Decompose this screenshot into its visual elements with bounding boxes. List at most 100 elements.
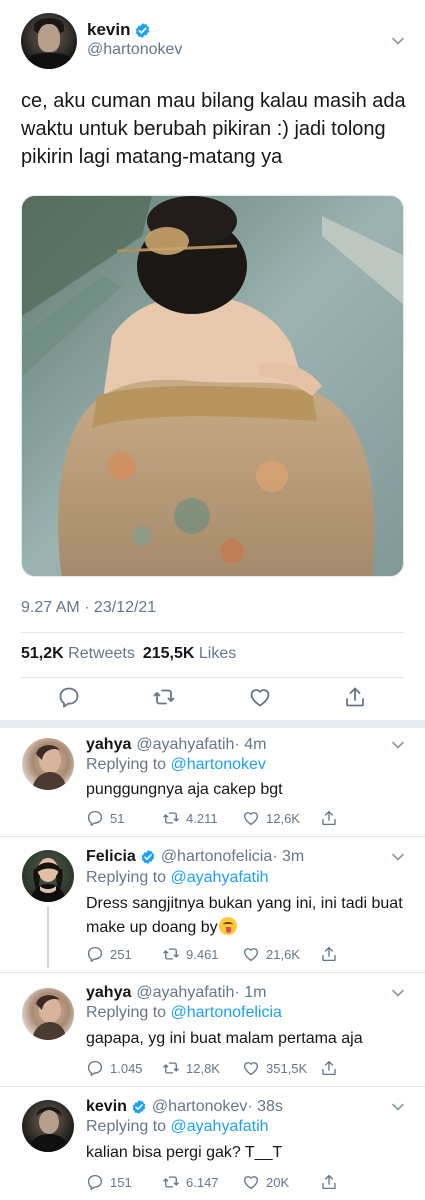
reply-author-handle[interactable]: @ayahyafatih [136, 735, 234, 755]
reply-avatar[interactable] [22, 988, 74, 1040]
reply-count: 1.045 [110, 1060, 143, 1076]
replying-to-handle[interactable]: @hartonokev [171, 756, 266, 773]
reply-header: yahya @ayahyafatih · 4m [86, 735, 266, 755]
reply-author-name[interactable]: yahya [86, 735, 131, 755]
retweet-icon [163, 1176, 179, 1188]
author-handle[interactable]: @hartonokev [87, 41, 182, 59]
reply-tweet[interactable]: kevin @hartonokev · 38s Replying to @aya… [0, 1094, 425, 1200]
reply-count: 51 [110, 810, 125, 826]
author-avatar[interactable] [21, 13, 77, 69]
reply-avatar[interactable] [22, 738, 74, 790]
replying-prefix: Replying to [86, 1004, 167, 1021]
like-count: 21,6K [266, 946, 300, 962]
reply-tweet[interactable]: Felicia @hartonofelicia · 3m Replying to… [0, 844, 425, 972]
tweet-photo[interactable] [21, 195, 404, 577]
reply-action-retweet[interactable]: 12,8K [162, 1059, 220, 1077]
replying-prefix: Replying to [86, 869, 167, 886]
likes-label: Likes [198, 645, 237, 662]
retweet-icon [163, 812, 179, 824]
avatar-illustration [30, 858, 66, 902]
tweet-timestamp[interactable]: 9.27 AM · 23/12/21 [21, 599, 156, 617]
likes-stat[interactable]: 215,5K Likes [143, 645, 236, 663]
likes-count: 215,5K [142, 645, 195, 662]
retweet-count: 9.461 [186, 946, 219, 962]
reply-action-reply[interactable]: 51 [86, 809, 124, 827]
chevron-down-icon[interactable] [391, 1100, 405, 1114]
avatar-suit [25, 53, 73, 69]
reply-icon[interactable] [57, 685, 81, 709]
reply-text: gapapa, yg ini buat malam pertama aja [86, 1030, 363, 1047]
share-icon[interactable] [343, 685, 367, 709]
reply-icon [87, 1174, 103, 1190]
reply-tweet[interactable]: yahya @ayahyafatih · 1m Replying to @har… [0, 980, 425, 1086]
reply-icon [87, 810, 103, 826]
reply-author-name[interactable]: kevin [86, 1097, 127, 1117]
reply-text-content: Dress sangjitnya bukan yang ini, ini tad… [86, 895, 403, 936]
reply-action-retweet[interactable]: 6.147 [162, 1173, 219, 1191]
avatar-illustration [28, 1107, 70, 1152]
like-icon[interactable] [248, 685, 272, 709]
reply-count: 151 [110, 1174, 132, 1190]
reply-time[interactable]: · 4m [234, 735, 266, 755]
like-count: 12,6K [266, 810, 300, 826]
retweet-icon [163, 948, 179, 960]
avatar-illustration [32, 995, 66, 1040]
reply-icon [87, 946, 103, 962]
reply-action-retweet[interactable]: 4.211 [162, 809, 218, 827]
reply-author-handle[interactable]: @hartonofelicia [161, 847, 272, 867]
divider [21, 632, 404, 633]
reply-action-share[interactable] [320, 1059, 344, 1077]
section-separator [0, 720, 425, 728]
author-name[interactable]: kevin [87, 20, 151, 40]
chevron-down-icon[interactable] [391, 738, 405, 752]
avatar-face [38, 24, 60, 52]
reply-action-like[interactable]: 20K [242, 1173, 289, 1191]
replying-to-handle[interactable]: @ayahyafatih [171, 1118, 269, 1135]
like-icon [243, 812, 259, 826]
replying-prefix: Replying to [86, 756, 167, 773]
like-icon [243, 948, 259, 962]
reply-action-like[interactable]: 351,5K [242, 1059, 307, 1077]
thread-line [47, 906, 49, 968]
retweet-icon[interactable] [152, 685, 176, 709]
reply-author-name[interactable]: Felicia [86, 847, 136, 867]
reply-author-handle[interactable]: @hartonokev [152, 1097, 247, 1117]
reply-time[interactable]: · 1m [234, 983, 266, 1003]
reply-author-handle[interactable]: @ayahyafatih [136, 983, 234, 1003]
reply-avatar[interactable] [22, 850, 74, 902]
replying-to: Replying to @hartonofelicia [86, 1003, 282, 1023]
reply-action-like[interactable]: 21,6K [242, 945, 300, 963]
retweets-stat[interactable]: 51,2K Retweets [21, 645, 135, 663]
share-icon [322, 1174, 336, 1190]
retweet-count: 6.147 [186, 1174, 219, 1190]
reply-action-reply[interactable]: 1.045 [86, 1059, 143, 1077]
replying-to: Replying to @hartonokev [86, 755, 266, 775]
replying-to-handle[interactable]: @hartonofelicia [171, 1004, 282, 1021]
chevron-down-icon[interactable] [391, 34, 405, 48]
like-count: 20K [266, 1174, 290, 1190]
reply-action-reply[interactable]: 151 [86, 1173, 132, 1191]
replying-to-handle[interactable]: @ayahyafatih [171, 869, 269, 886]
reply-action-share[interactable] [320, 945, 344, 963]
reply-action-share[interactable] [320, 809, 344, 827]
reply-tweet[interactable]: yahya @ayahyafatih · 4m Replying to @har… [0, 730, 425, 836]
reply-author-name[interactable]: yahya [86, 983, 131, 1003]
retweet-icon [163, 1062, 179, 1074]
chevron-down-icon[interactable] [391, 986, 405, 1000]
reply-avatar[interactable] [22, 1100, 74, 1152]
replying-prefix: Replying to [86, 1118, 167, 1135]
divider [21, 677, 404, 678]
verified-badge-icon [136, 22, 150, 38]
reply-action-share[interactable] [320, 1173, 344, 1191]
reply-icon [87, 1060, 103, 1076]
reply-text: kalian bisa pergi gak? T__T [86, 1144, 283, 1161]
tweet-actions [0, 685, 425, 713]
reply-action-retweet[interactable]: 9.461 [162, 945, 219, 963]
reply-time[interactable]: · 3m [272, 847, 304, 867]
reply-action-like[interactable]: 12,6K [242, 809, 300, 827]
replying-to: Replying to @ayahyafatih [86, 1117, 269, 1137]
verified-badge-icon [141, 850, 155, 864]
reply-action-reply[interactable]: 251 [86, 945, 132, 963]
chevron-down-icon[interactable] [391, 850, 405, 864]
reply-time[interactable]: · 38s [247, 1097, 283, 1117]
